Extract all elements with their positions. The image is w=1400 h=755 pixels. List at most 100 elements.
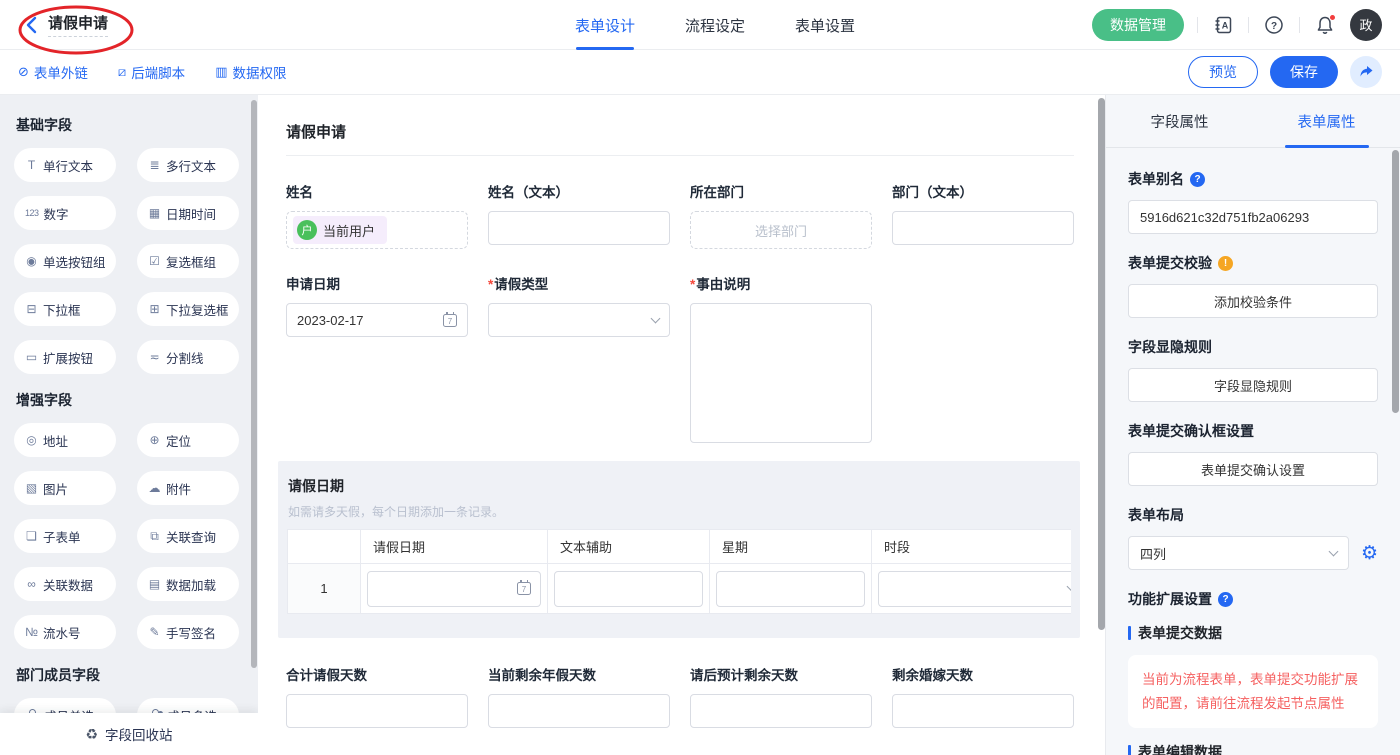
field-item-label: 多行文本 — [166, 156, 216, 175]
form-title[interactable]: 请假申请 — [286, 121, 1074, 142]
linked-query-icon: ⧉ — [148, 529, 161, 544]
text-assist-input[interactable] — [554, 571, 703, 607]
backend-script-link[interactable]: ⧄ 后端脚本 — [118, 62, 185, 82]
field-department-text[interactable]: 部门（文本） — [892, 181, 1074, 245]
field-total-days[interactable]: 合计请假天数 — [286, 664, 468, 728]
user-avatar[interactable]: 政 — [1350, 9, 1382, 41]
help-circle-icon[interactable]: ? — [1218, 592, 1233, 607]
extension-settings-label: 功能扩展设置 ? — [1128, 589, 1378, 609]
field-name-text[interactable]: 姓名（文本） — [488, 181, 670, 245]
field-item-extend-button[interactable]: ▭扩展按钮 — [14, 340, 116, 374]
back-nav[interactable]: 请假申请 — [18, 8, 114, 41]
calendar-icon: 7 — [517, 582, 531, 595]
field-predicted-remaining[interactable]: 请后预计剩余天数 — [690, 664, 872, 728]
tab-field-properties[interactable]: 字段属性 — [1106, 95, 1253, 147]
signature-icon: ✎ — [148, 625, 161, 639]
apply-date-input[interactable]: 2023-02-17 7 — [286, 303, 468, 337]
total-days-input[interactable] — [286, 694, 468, 728]
remaining-marriage-input[interactable] — [892, 694, 1074, 728]
submit-confirm-button[interactable]: 表单提交确认设置 — [1128, 452, 1378, 486]
department-picker[interactable]: 选择部门 — [690, 211, 872, 249]
field-item-data-load[interactable]: ▤数据加载 — [137, 567, 239, 601]
svg-text:?: ? — [1271, 21, 1277, 32]
field-visibility-button[interactable]: 字段显隐规则 — [1128, 368, 1378, 402]
week-input[interactable] — [716, 571, 865, 607]
field-item-location[interactable]: ⊕定位 — [137, 423, 239, 457]
data-manage-button[interactable]: 数据管理 — [1092, 9, 1184, 41]
field-item-label: 流水号 — [43, 623, 81, 642]
form-alias-input[interactable] — [1128, 200, 1378, 234]
field-item-divider-line[interactable]: ≂分割线 — [137, 340, 239, 374]
gear-icon[interactable]: ⚙ — [1361, 544, 1378, 563]
field-department[interactable]: 所在部门 选择部门 — [690, 181, 872, 249]
field-recycle-bin[interactable]: ♻ 字段回收站 — [0, 713, 258, 755]
tab-flow-setting[interactable]: 流程设定 — [685, 0, 745, 50]
data-permission-link[interactable]: ▥ 数据权限 — [215, 62, 286, 82]
name-text-input[interactable] — [488, 211, 670, 245]
layout-select[interactable]: 四列 — [1128, 536, 1349, 570]
tab-form-setting[interactable]: 表单设置 — [795, 0, 855, 50]
add-validation-button[interactable]: 添加校验条件 — [1128, 284, 1378, 318]
field-item-attachment[interactable]: ☁附件 — [137, 471, 239, 505]
field-item-checkbox-group[interactable]: ☑复选框组 — [137, 244, 239, 278]
save-button[interactable]: 保存 — [1270, 56, 1338, 88]
field-name[interactable]: 姓名 户 当前用户 — [286, 181, 468, 249]
reason-textarea[interactable] — [690, 303, 872, 443]
field-item-signature[interactable]: ✎手写签名 — [137, 615, 239, 649]
field-item-single-line-text[interactable]: T单行文本 — [14, 148, 116, 182]
department-text-input[interactable] — [892, 211, 1074, 245]
canvas-scrollbar[interactable] — [1098, 98, 1105, 630]
tab-form-properties[interactable]: 表单属性 — [1253, 95, 1400, 147]
field-item-address[interactable]: ◎地址 — [14, 423, 116, 457]
field-item-select[interactable]: ⊟下拉框 — [14, 292, 116, 326]
remaining-annual-input[interactable] — [488, 694, 670, 728]
help-icon[interactable]: ? — [1262, 13, 1286, 37]
field-item-linked-data[interactable]: ∞关联数据 — [14, 567, 116, 601]
field-remaining-annual[interactable]: 当前剩余年假天数 — [488, 664, 670, 728]
field-item-label: 日期时间 — [166, 204, 216, 223]
radio-group-icon: ◉ — [25, 254, 38, 268]
field-leave-type[interactable]: *请假类型 — [488, 273, 670, 337]
tab-form-design[interactable]: 表单设计 — [575, 0, 635, 50]
column-header-period: 时段 — [872, 530, 1072, 564]
help-circle-icon[interactable]: ? — [1190, 172, 1205, 187]
form-external-link[interactable]: ⊘ 表单外链 — [18, 62, 88, 82]
field-reason[interactable]: *事由说明 — [690, 273, 872, 443]
preview-button[interactable]: 预览 — [1188, 56, 1258, 88]
period-select[interactable] — [878, 571, 1071, 607]
field-item-datetime[interactable]: ▦ 日期时间 — [137, 196, 239, 230]
panel-scrollbar[interactable] — [1392, 150, 1399, 413]
subform-hint: 如需请多天假，每个日期添加一条记录。 — [287, 503, 1071, 520]
field-item-label: 附件 — [166, 479, 191, 498]
field-item-label: 下拉复选框 — [166, 300, 229, 319]
form-canvas[interactable]: 请假申请 姓名 户 当前用户 姓名（文本） 所在部门 选择部门 — [258, 95, 1105, 755]
field-item-radio-group[interactable]: ◉ 单选按钮组 — [14, 244, 116, 278]
field-item-number[interactable]: 123数字 — [14, 196, 116, 230]
field-apply-date[interactable]: 申请日期 2023-02-17 7 — [286, 273, 468, 337]
name-field-control[interactable]: 户 当前用户 — [286, 211, 468, 249]
calendar-icon: 7 — [443, 314, 457, 327]
field-label: 部门（文本） — [892, 181, 1074, 201]
contacts-icon[interactable]: A — [1211, 13, 1235, 37]
leave-type-select[interactable] — [488, 303, 670, 337]
current-user-tag[interactable]: 户 当前用户 — [293, 216, 387, 244]
field-item-label: 关联查询 — [166, 527, 216, 546]
field-remaining-marriage[interactable]: 剩余婚嫁天数 — [892, 664, 1074, 728]
layout-select-value: 四列 — [1140, 544, 1166, 563]
form-toolbar: ⊘ 表单外链 ⧄ 后端脚本 ▥ 数据权限 预览 保存 — [0, 50, 1400, 95]
field-item-multi-select[interactable]: ⊞下拉复选框 — [137, 292, 239, 326]
field-item-image[interactable]: ▧图片 — [14, 471, 116, 505]
predicted-remaining-input[interactable] — [690, 694, 872, 728]
datetime-icon: ▦ — [148, 206, 161, 220]
field-item-serial-number[interactable]: №流水号 — [14, 615, 116, 649]
field-item-label: 单选按钮组 — [43, 252, 106, 271]
tool-link-label: 数据权限 — [232, 62, 286, 82]
sidebar-scrollbar[interactable] — [251, 100, 257, 668]
field-item-linked-query[interactable]: ⧉ 关联查询 — [137, 519, 239, 553]
notification-bell-icon[interactable] — [1313, 13, 1337, 37]
field-item-subform[interactable]: ❏子表单 — [14, 519, 116, 553]
share-button[interactable] — [1350, 56, 1382, 88]
field-item-multi-line-text[interactable]: ≣多行文本 — [137, 148, 239, 182]
leave-date-input[interactable]: 7 — [367, 571, 541, 607]
leave-dates-subform[interactable]: 请假日期 如需请多天假，每个日期添加一条记录。 请假日期 文本辅助 星期 时段 … — [278, 461, 1080, 638]
